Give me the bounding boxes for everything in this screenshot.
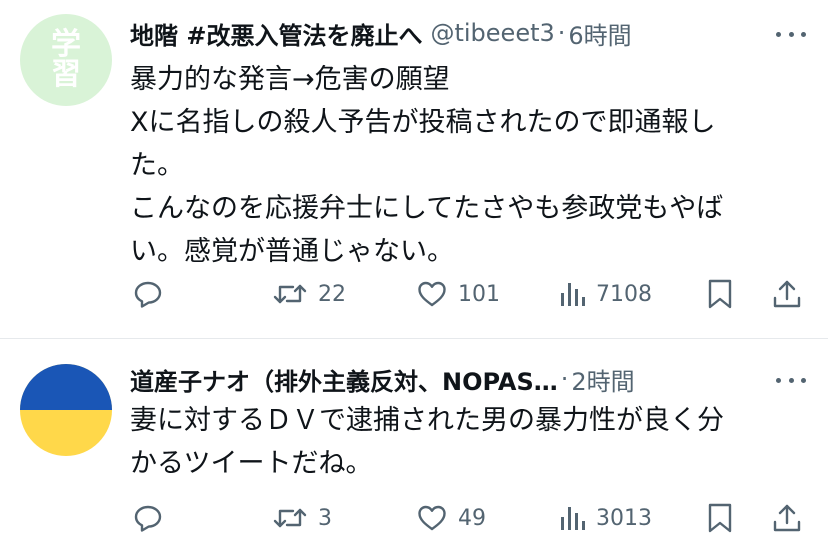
avatar[interactable]: 学 習: [20, 14, 112, 106]
avatar-glyph-bottom: 習: [51, 57, 81, 92]
like-count: 101: [458, 281, 500, 307]
bookmark-icon: [708, 279, 732, 309]
like-count: 49: [458, 505, 486, 531]
more-icon[interactable]: [776, 24, 806, 44]
share-icon: [773, 504, 801, 532]
timestamp[interactable]: 2時間: [571, 362, 634, 397]
share-icon: [773, 280, 801, 308]
bookmark-button[interactable]: [706, 500, 734, 536]
view-count: 7108: [596, 281, 652, 307]
views-button[interactable]: 7108: [560, 276, 652, 312]
retweet-icon: [273, 284, 307, 304]
tweet-header: 道産子ナオ（排外主義反対、NOPAS… · 2時間: [130, 362, 635, 396]
retweet-icon: [273, 508, 307, 528]
tweet-text-line: 妻に対するＤＶで逮捕された男の暴力性が良く分: [130, 405, 724, 436]
tweet-text-line: こんなのを応援弁士にしてたさやも参政党もやば: [130, 193, 724, 224]
tweet[interactable]: 道産子ナオ（排外主義反対、NOPAS… · 2時間 妻に対するＤＶで逮捕された男…: [0, 339, 828, 555]
separator: ·: [557, 19, 566, 47]
tweet-text-line: た。: [130, 150, 184, 181]
like-button[interactable]: 49: [416, 500, 486, 536]
display-name[interactable]: 地階 #改悪入管法を廃止へ: [130, 16, 422, 51]
tweet-text-line: 暴力的な発言→危害の願望: [130, 64, 450, 95]
username-handle[interactable]: @tibeeet3: [430, 19, 554, 47]
like-icon: [418, 505, 446, 531]
repost-button[interactable]: 3: [272, 500, 332, 536]
tweet-text: 妻に対するＤＶで逮捕された男の暴力性が良く分 かるツイートだね。: [130, 399, 800, 485]
repost-count: 22: [318, 281, 346, 307]
tweet-header: 地階 #改悪入管法を廃止へ @tibeeet3 · 6時間: [130, 16, 632, 50]
reply-icon: [134, 505, 162, 532]
repost-button[interactable]: 22: [272, 276, 346, 312]
reply-icon: [134, 281, 162, 308]
like-icon: [418, 281, 446, 307]
tweet[interactable]: 学 習 地階 #改悪入管法を廃止へ @tibeeet3 · 6時間 暴力的な発言…: [0, 0, 828, 338]
views-icon: [561, 507, 585, 530]
share-button[interactable]: [772, 500, 802, 536]
tweet-text-line: い。感覚が普通じゃない。: [130, 236, 454, 267]
avatar-flag-top: [20, 364, 112, 410]
display-name[interactable]: 道産子ナオ（排外主義反対、NOPAS…: [130, 362, 558, 397]
more-icon[interactable]: [776, 370, 806, 390]
bookmark-icon: [708, 503, 732, 533]
tweet-text-line: Xに名指しの殺人予告が投稿されたので即通報し: [130, 107, 716, 138]
reply-button[interactable]: [132, 500, 164, 536]
avatar-glyphs: 学 習: [20, 14, 112, 106]
tweet-text: 暴力的な発言→危害の願望 Xに名指しの殺人予告が投稿されたので即通報し た。 こ…: [130, 58, 800, 273]
views-icon: [561, 283, 585, 306]
like-button[interactable]: 101: [416, 276, 500, 312]
tweet-text-line: かるツイートだね。: [130, 448, 373, 479]
views-button[interactable]: 3013: [560, 500, 652, 536]
action-bar: 22 101 7108: [130, 276, 806, 312]
reply-button[interactable]: [132, 276, 164, 312]
timestamp[interactable]: 6時間: [568, 16, 631, 51]
separator: ·: [560, 365, 569, 393]
repost-count: 3: [318, 505, 332, 531]
action-bar: 3 49 3013: [130, 500, 806, 536]
avatar[interactable]: [20, 364, 112, 456]
bookmark-button[interactable]: [706, 276, 734, 312]
avatar-glyph-top: 学: [51, 27, 81, 62]
view-count: 3013: [596, 505, 652, 531]
share-button[interactable]: [772, 276, 802, 312]
